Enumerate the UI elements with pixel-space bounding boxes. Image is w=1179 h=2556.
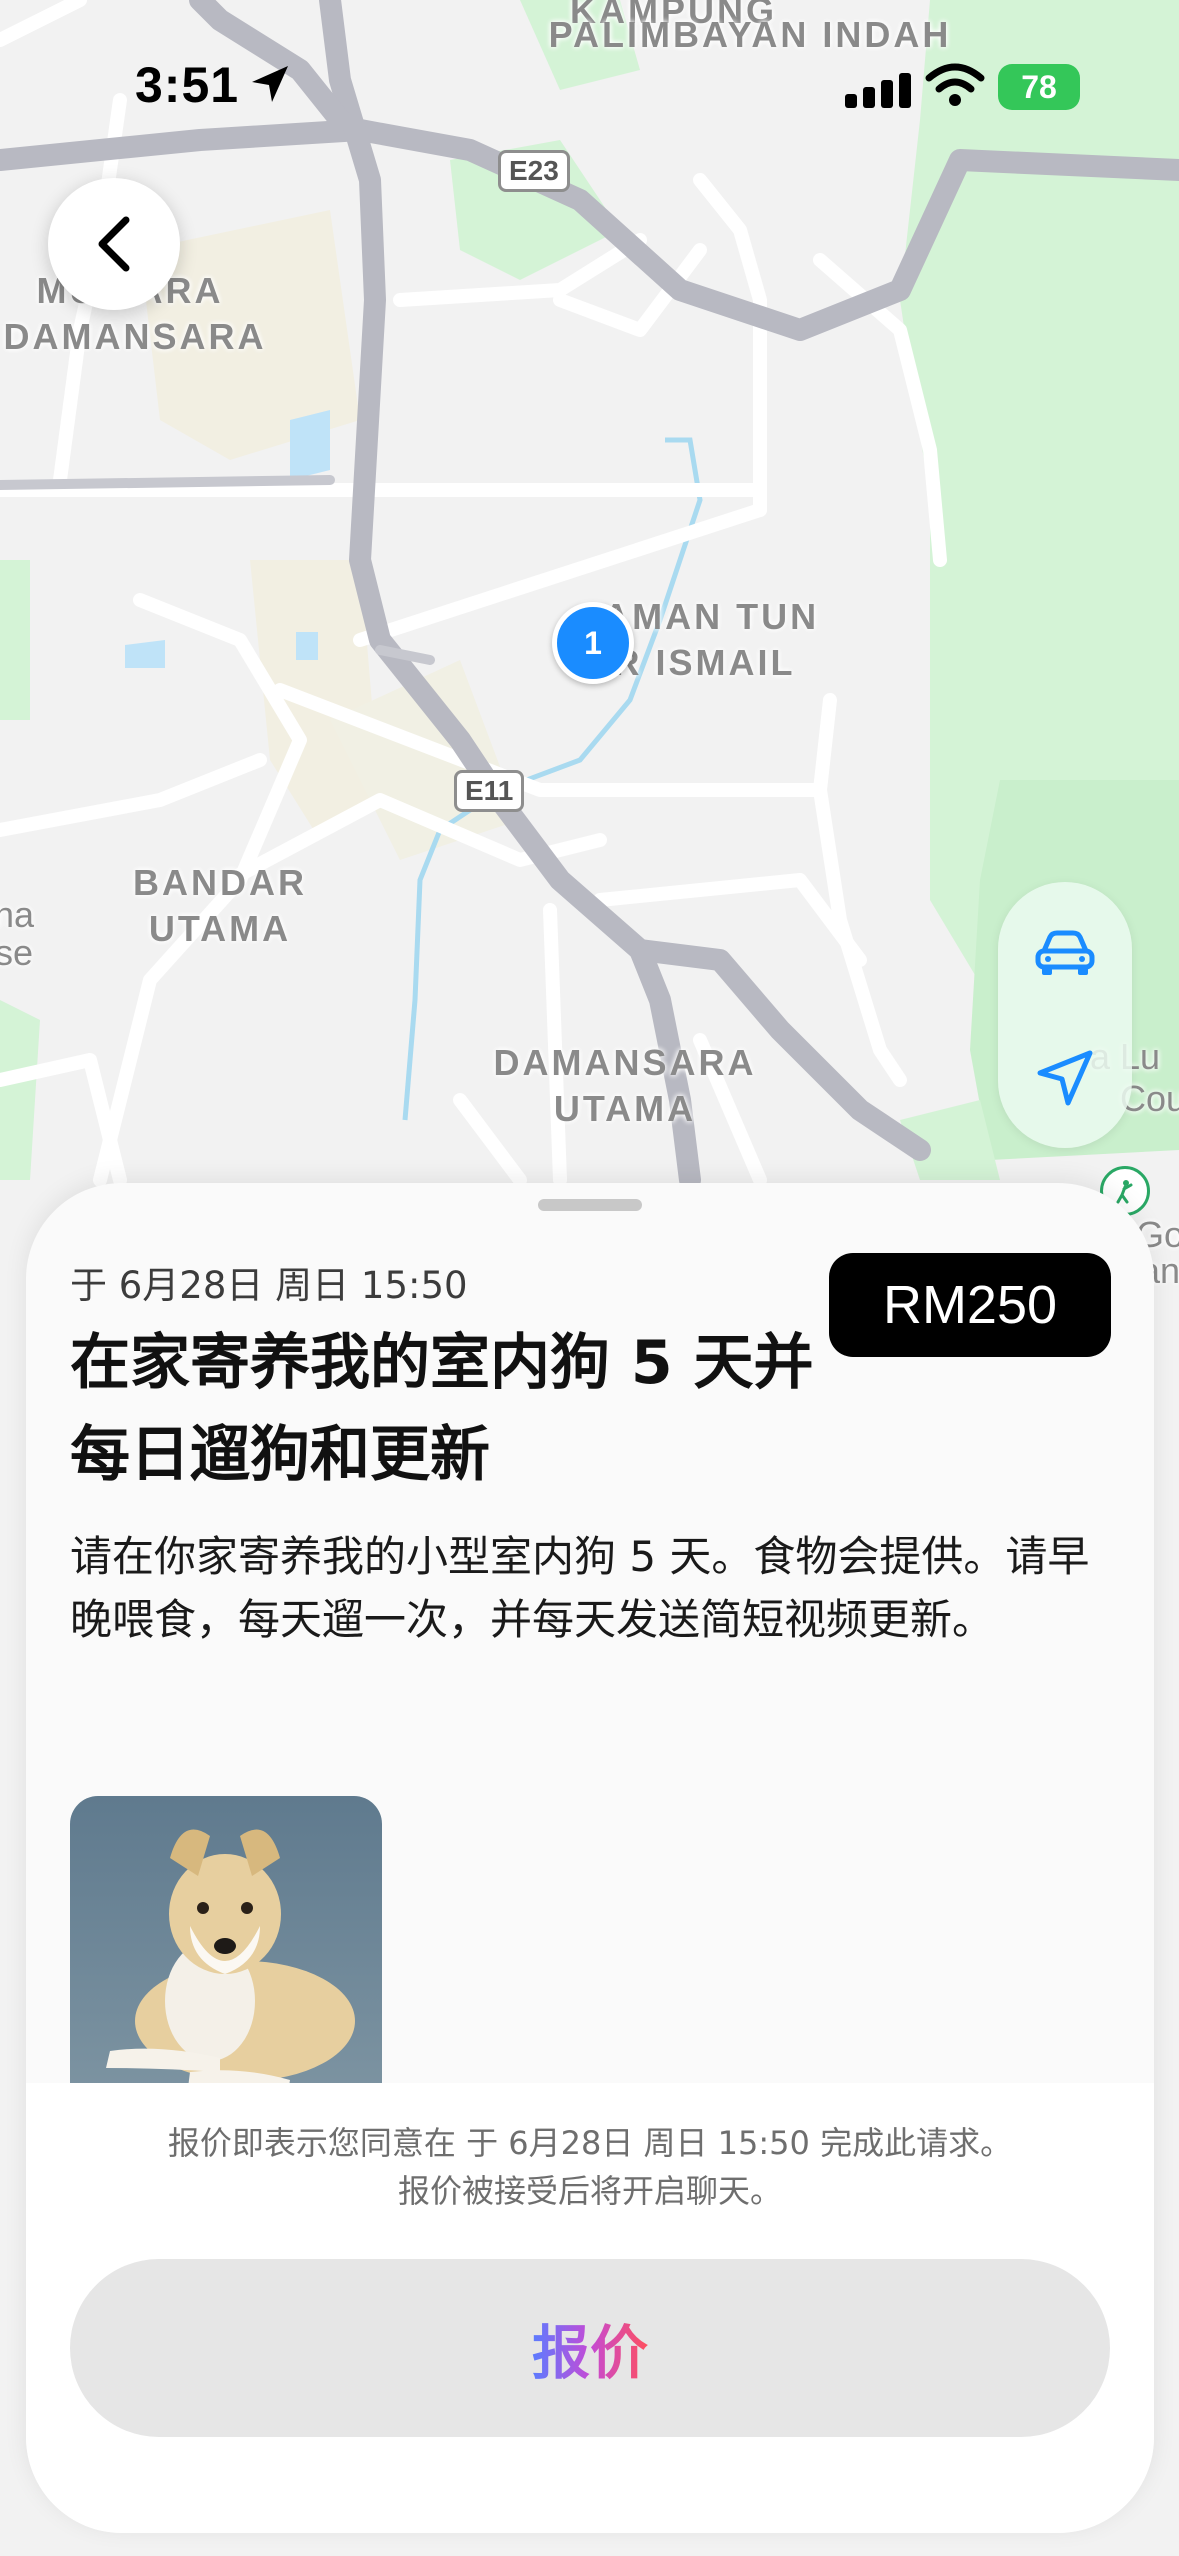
recenter-button[interactable] <box>998 1018 1132 1138</box>
wifi-icon <box>925 63 985 106</box>
map-label-edge-left-2: se <box>0 932 34 973</box>
map-label-utama: UTAMA <box>148 908 292 949</box>
offer-button-label: 报价 <box>532 2306 648 2390</box>
status-time: 3:51 <box>135 57 240 113</box>
road-shield-e11: E11 <box>454 770 525 812</box>
back-button[interactable] <box>48 178 180 310</box>
map-label-bandar: BANDAR <box>133 862 307 903</box>
notice-line-2: 报价被接受后将开启聊天。 <box>397 2172 782 2210</box>
location-arrow-icon <box>252 66 288 102</box>
offer-notice: 报价即表示您同意在 于 6月28日 周日 15:50 完成此请求。 报价被接受后… <box>26 2119 1154 2215</box>
sheet-footer: 报价即表示您同意在 于 6月28日 周日 15:50 完成此请求。 报价被接受后… <box>26 2083 1154 2533</box>
make-offer-button[interactable]: 报价 <box>70 2259 1110 2437</box>
map-label-damansara: DAMANSARA <box>493 1042 757 1083</box>
map-controls <box>998 882 1132 1148</box>
car-icon <box>1035 930 1095 975</box>
sheet-drag-handle[interactable] <box>538 1199 642 1211</box>
map-label-damansara-left: DAMANSARA <box>3 316 267 357</box>
status-bar: 3:51 78 <box>0 0 1179 170</box>
task-description: 请在你家寄养我的小型室内狗 5 天。食物会提供。请早晚喂食，每天遛一次，并每天发… <box>70 1532 1090 1644</box>
back-chevron-icon <box>98 216 130 272</box>
price-badge: RM250 <box>829 1253 1111 1357</box>
task-title: 在家寄养我的室内狗 5 天并每日遛狗和更新 <box>70 1328 814 1490</box>
map-pin-cluster[interactable]: 1 <box>552 602 634 684</box>
notice-line-1: 报价即表示您同意在 于 6月28日 周日 15:50 完成此请求。 <box>167 2124 1013 2162</box>
navigation-arrow-icon <box>1037 1050 1093 1106</box>
pin-count: 1 <box>584 624 602 661</box>
battery-indicator: 78 <box>998 64 1080 110</box>
map-label-utama2: UTAMA <box>553 1088 697 1129</box>
dog-photo[interactable] <box>70 1796 382 2100</box>
battery-level: 78 <box>1021 68 1057 105</box>
task-sheet: 于 6月28日 周日 15:50 RM250 在家寄养我的室内狗 5 天并每日遛… <box>26 1183 1154 2533</box>
task-date: 于 6月28日 周日 15:50 <box>70 1264 468 1307</box>
car-mode-button[interactable] <box>998 894 1132 1014</box>
